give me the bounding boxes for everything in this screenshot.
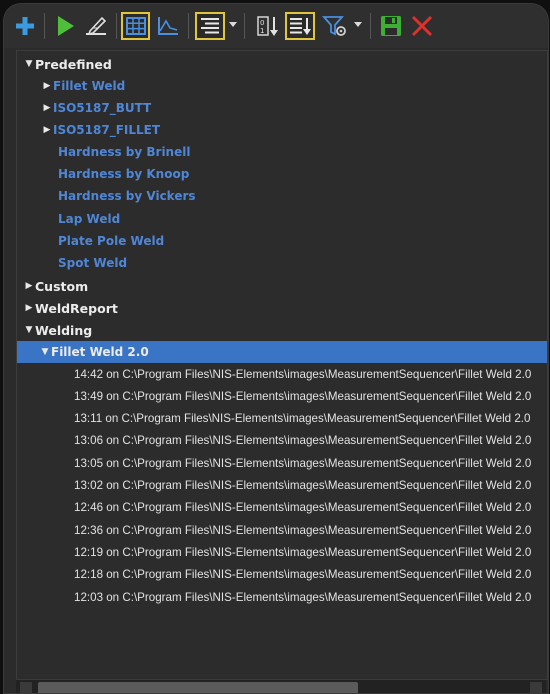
tree-item-label: ISO5187_BUTT <box>53 101 152 115</box>
tree-item-label: Spot Weld <box>58 256 128 270</box>
collapsed-arrow-icon[interactable]: ▶ <box>41 81 53 91</box>
history-entry[interactable]: 12:03 on C:\Program Files\NIS-Elements\i… <box>17 586 547 608</box>
history-entry[interactable]: 13:49 on C:\Program Files\NIS-Elements\i… <box>17 385 547 407</box>
add-icon[interactable] <box>12 12 38 40</box>
dropdown-arrow-icon[interactable] <box>353 18 363 32</box>
history-entry-text: 13:11 on C:\Program Files\NIS-Elements\i… <box>74 411 531 425</box>
tree-node-label: Custom <box>35 278 89 294</box>
dropdown-arrow-icon[interactable] <box>228 18 238 32</box>
tree-item-lap-weld[interactable]: Lap Weld <box>17 208 547 230</box>
tree-node-label: Welding <box>35 322 93 338</box>
tree-item-label: ISO5187_FILLET <box>53 123 161 137</box>
scroll-right-button[interactable] <box>530 682 542 693</box>
tree-node-label: Predefined <box>35 56 112 72</box>
history-entry-text: 13:06 on C:\Program Files\NIS-Elements\i… <box>74 433 532 447</box>
tree-item-label: Hardness by Brinell <box>58 145 191 159</box>
history-entry-text: 12:18 on C:\Program Files\NIS-Elements\i… <box>74 567 532 581</box>
history-entry-text: 12:19 on C:\Program Files\NIS-Elements\i… <box>74 545 532 559</box>
expanded-arrow-icon[interactable]: ▼ <box>23 325 35 335</box>
tree-node-weldreport[interactable]: ▶ WeldReport <box>17 297 547 319</box>
history-entry-text: 14:42 on C:\Program Files\NIS-Elements\i… <box>74 367 532 381</box>
history-entry-text: 12:46 on C:\Program Files\NIS-Elements\i… <box>74 500 532 514</box>
history-entry[interactable]: 12:46 on C:\Program Files\NIS-Elements\i… <box>17 496 547 518</box>
history-entry-text: 12:36 on C:\Program Files\NIS-Elements\i… <box>74 523 532 537</box>
toolbar-separator <box>188 13 189 39</box>
tree-item-fillet-weld-2-0[interactable]: ▼ Fillet Weld 2.0 <box>17 341 547 363</box>
filter-settings-icon[interactable] <box>321 12 349 40</box>
history-entry-text: 13:49 on C:\Program Files\NIS-Elements\i… <box>74 389 532 403</box>
tree-item-plate-pole-weld[interactable]: Plate Pole Weld <box>17 230 547 252</box>
tree-item-label: Fillet Weld 2.0 <box>51 345 149 359</box>
svg-text:0: 0 <box>260 19 264 27</box>
history-entry-text: 13:05 on C:\Program Files\NIS-Elements\i… <box>74 456 532 470</box>
graph-icon[interactable] <box>154 12 182 40</box>
collapsed-arrow-icon[interactable]: ▶ <box>41 125 53 135</box>
toolbar-separator <box>116 13 117 39</box>
grid-icon[interactable] <box>121 12 150 40</box>
tree-item-hardness-brinell[interactable]: Hardness by Brinell <box>17 141 547 163</box>
tree-node-custom[interactable]: ▶ Custom <box>17 275 547 297</box>
history-entry[interactable]: 12:36 on C:\Program Files\NIS-Elements\i… <box>17 519 547 541</box>
scroll-left-button[interactable] <box>20 682 32 693</box>
history-entry[interactable]: 13:02 on C:\Program Files\NIS-Elements\i… <box>17 474 547 496</box>
toolbar-separator <box>370 13 371 39</box>
toolbar-separator <box>244 13 245 39</box>
collapsed-arrow-icon[interactable]: ▶ <box>23 303 35 313</box>
tree-item-fillet-weld[interactable]: ▶ Fillet Weld <box>17 75 547 97</box>
scrollbar-thumb[interactable] <box>38 682 358 693</box>
tree-node-predefined[interactable]: ▼ Predefined <box>17 53 547 75</box>
expanded-arrow-icon[interactable]: ▼ <box>23 59 35 69</box>
expanded-arrow-icon[interactable]: ▼ <box>39 347 51 357</box>
sequence-tree: ▼ Predefined ▶ Fillet Weld ▶ ISO5187_BUT… <box>16 50 548 680</box>
tree-node-welding[interactable]: ▼ Welding <box>17 319 547 341</box>
collapsed-arrow-icon[interactable]: ▶ <box>41 103 53 113</box>
tree-item-spot-weld[interactable]: Spot Weld <box>17 252 547 274</box>
tree-node-label: WeldReport <box>35 300 118 316</box>
history-entry[interactable]: 13:06 on C:\Program Files\NIS-Elements\i… <box>17 429 547 451</box>
tree-item-label: Lap Weld <box>58 212 121 226</box>
close-icon[interactable] <box>408 12 436 40</box>
history-entry[interactable]: 12:18 on C:\Program Files\NIS-Elements\i… <box>17 563 547 585</box>
toolbar: 01 <box>4 4 548 48</box>
history-entry[interactable]: 13:11 on C:\Program Files\NIS-Elements\i… <box>17 407 547 429</box>
history-entry-text: 13:02 on C:\Program Files\NIS-Elements\i… <box>74 478 532 492</box>
tree-item-iso5187-fillet[interactable]: ▶ ISO5187_FILLET <box>17 119 547 141</box>
run-icon[interactable] <box>52 12 78 40</box>
tree-item-label: Fillet Weld <box>53 79 126 93</box>
sort-list-icon[interactable] <box>285 12 315 40</box>
tree-item-iso5187-butt[interactable]: ▶ ISO5187_BUTT <box>17 97 547 119</box>
history-entry-text: 12:03 on C:\Program Files\NIS-Elements\i… <box>74 590 532 604</box>
list-view-icon[interactable] <box>195 12 225 40</box>
tree-item-label: Hardness by Knoop <box>58 167 190 181</box>
measurement-sequencer-panel: 01 ▼ Predefined ▶ Fillet Weld ▶ ISO5187_… <box>3 3 549 694</box>
tree-item-hardness-knoop[interactable]: Hardness by Knoop <box>17 163 547 185</box>
history-entry[interactable]: 12:19 on C:\Program Files\NIS-Elements\i… <box>17 541 547 563</box>
tree-item-hardness-vickers[interactable]: Hardness by Vickers <box>17 185 547 207</box>
collapsed-arrow-icon[interactable]: ▶ <box>23 281 35 291</box>
tree-item-label: Hardness by Vickers <box>58 189 196 203</box>
edit-icon[interactable] <box>82 12 110 40</box>
tree-item-label: Plate Pole Weld <box>58 234 165 248</box>
save-icon[interactable] <box>377 12 405 40</box>
history-entry[interactable]: 14:42 on C:\Program Files\NIS-Elements\i… <box>17 363 547 385</box>
history-entry[interactable]: 13:05 on C:\Program Files\NIS-Elements\i… <box>17 452 547 474</box>
svg-text:1: 1 <box>260 27 264 35</box>
sort-numeric-icon[interactable]: 01 <box>254 12 282 40</box>
toolbar-separator <box>44 13 45 39</box>
